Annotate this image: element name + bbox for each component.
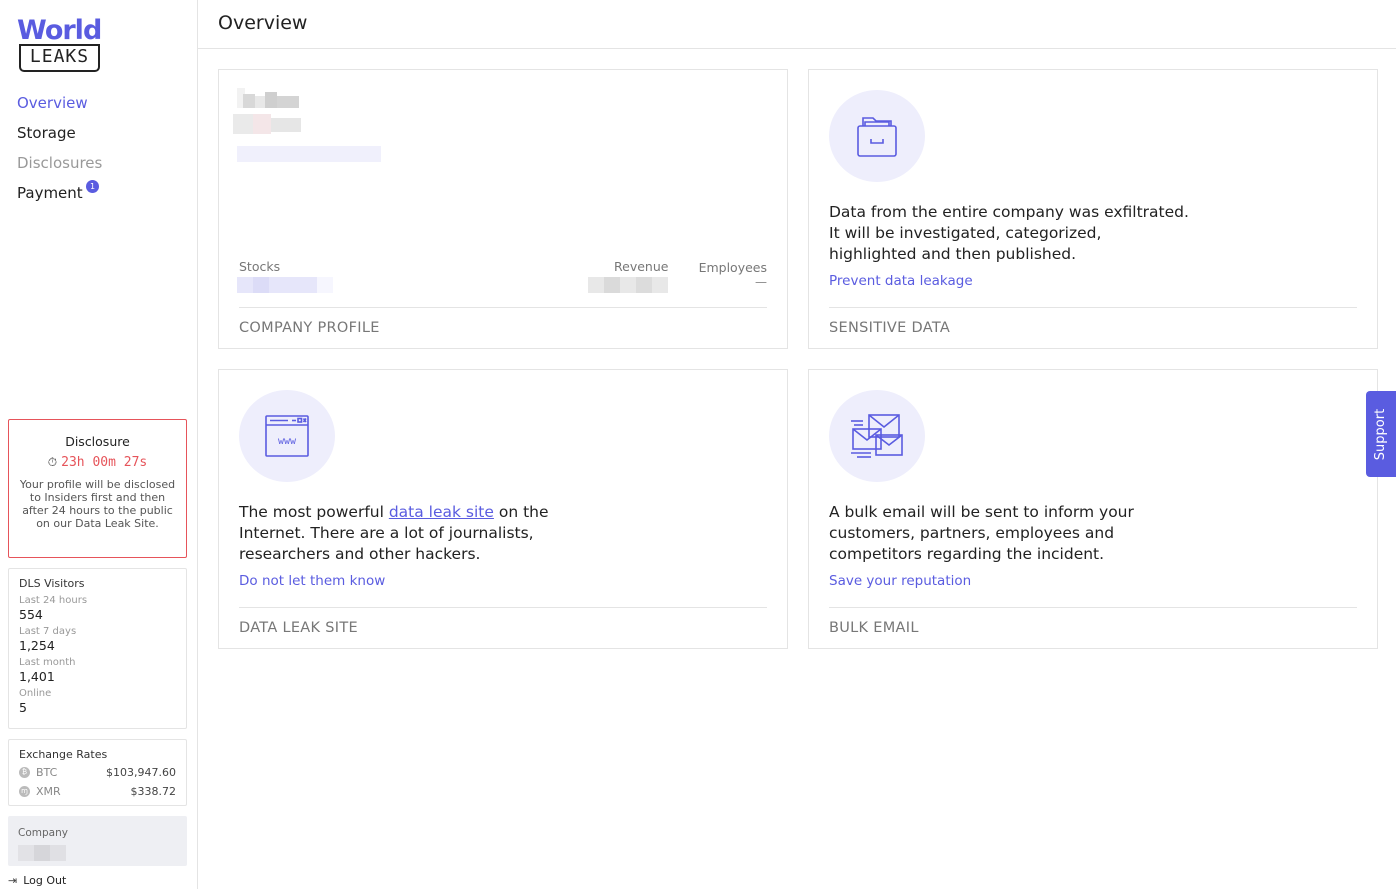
company-label: Company (18, 827, 68, 839)
world-leaks-logo[interactable]: World LEAKS (17, 15, 102, 74)
nav-item-disclosures[interactable]: Disclosures (17, 148, 102, 178)
revenue-label: Revenue (614, 259, 669, 274)
data-leak-site-text: The most powerful data leak site on the … (239, 502, 599, 565)
disclosure-description: Your profile will be disclosed to Inside… (19, 478, 176, 530)
stat-value: 1,254 (19, 638, 55, 653)
nav-item-payment-label: Payment (17, 184, 83, 202)
sensitive-data-text: Data from the entire company was exfiltr… (829, 203, 1189, 263)
data-leak-site-card[interactable]: www The most powerful data leak site on … (218, 369, 788, 649)
rate-value: $338.72 (130, 784, 177, 798)
employees-label: Employees (698, 260, 767, 275)
stat-label: Online (19, 688, 52, 699)
sensitive-data-card[interactable]: Data from the entire company was exfiltr… (808, 69, 1378, 349)
bulk-email-card[interactable]: A bulk email will be sent to inform your… (808, 369, 1378, 649)
company-name-redacted (237, 146, 381, 162)
rate-name: BTC (36, 765, 58, 779)
nav-item-storage[interactable]: Storage (17, 118, 102, 148)
rate-name: XMR (36, 784, 61, 798)
dls-text-before: The most powerful (239, 503, 389, 521)
page-header: Overview (198, 0, 1396, 49)
exchange-rates-title: Exchange Rates (19, 748, 108, 761)
exchange-rates-panel: Exchange Rates ₿ BTC $103,947.60 ɱ XMR $… (8, 739, 187, 806)
card-footer: DATA LEAK SITE (239, 607, 767, 648)
data-leak-site-link[interactable]: data leak site (389, 503, 494, 521)
card-footer: BULK EMAIL (829, 607, 1357, 648)
svg-text:www: www (278, 436, 297, 447)
stat-label: Last month (19, 657, 76, 668)
stocks-label: Stocks (239, 259, 281, 274)
support-label: Support (1373, 408, 1389, 460)
logo-world-text: World (17, 15, 102, 46)
disclosure-title: Disclosure (65, 434, 130, 449)
do-not-let-them-know-link[interactable]: Do not let them know (239, 573, 385, 589)
icon-circle (829, 90, 925, 182)
monero-icon: ɱ (19, 785, 30, 797)
sidebar: World LEAKS Overview Storage Disclosures… (0, 0, 198, 889)
logout-icon: ⇥ (8, 874, 18, 887)
dls-visitors-title: DLS Visitors (19, 577, 85, 590)
bitcoin-icon: ₿ (19, 766, 30, 778)
employees-value: — (755, 275, 767, 289)
sidebar-nav: Overview Storage Disclosures Payment 1 (17, 88, 102, 208)
company-profile-card[interactable]: Stocks Revenue Employees — COMPANY PROFI… (218, 69, 788, 349)
folder-icon (857, 117, 897, 157)
rate-row-btc: ₿ BTC $103,947.60 (19, 763, 176, 781)
bulk-email-text: A bulk email will be sent to inform your… (829, 503, 1134, 563)
stat-value: 1,401 (19, 669, 55, 684)
icon-circle: www (239, 390, 335, 482)
stat-label: Last 7 days (19, 626, 77, 637)
payment-count-badge: 1 (86, 180, 99, 193)
logo-leaks-text: LEAKS (19, 44, 100, 72)
save-your-reputation-link[interactable]: Save your reputation (829, 573, 971, 589)
company-name-redacted (18, 845, 177, 861)
envelopes-icon (851, 414, 903, 458)
disclosure-timer-value: 23h 00m 27s (61, 455, 148, 470)
icon-circle (829, 390, 925, 482)
card-footer: COMPANY PROFILE (239, 307, 767, 348)
logout-label: Log Out (23, 874, 67, 887)
stat-label: Last 24 hours (19, 595, 88, 606)
dls-visitors-panel: DLS Visitors Last 24 hours 554 Last 7 da… (8, 568, 187, 729)
disclosure-timer: ⏱ 23h 00m 27s (19, 452, 176, 473)
company-panel: Company (8, 816, 187, 866)
nav-item-overview[interactable]: Overview (17, 88, 102, 118)
disclosure-countdown-panel: Disclosure ⏱ 23h 00m 27s Your profile wil… (8, 419, 187, 558)
page-title: Overview (218, 12, 308, 34)
stat-value: 554 (19, 607, 43, 622)
logout-link[interactable]: ⇥ Log Out (8, 874, 66, 887)
stat-value: 5 (19, 700, 27, 715)
rate-row-xmr: ɱ XMR $338.72 (19, 782, 176, 800)
support-tab-button[interactable]: Support (1366, 391, 1396, 477)
rate-value: $103,947.60 (106, 765, 176, 779)
browser-www-icon: www (265, 415, 309, 457)
nav-item-payment[interactable]: Payment 1 (17, 178, 102, 208)
stopwatch-icon: ⏱ (47, 455, 58, 469)
card-footer: SENSITIVE DATA (829, 307, 1357, 348)
prevent-data-leakage-link[interactable]: Prevent data leakage (829, 273, 973, 289)
